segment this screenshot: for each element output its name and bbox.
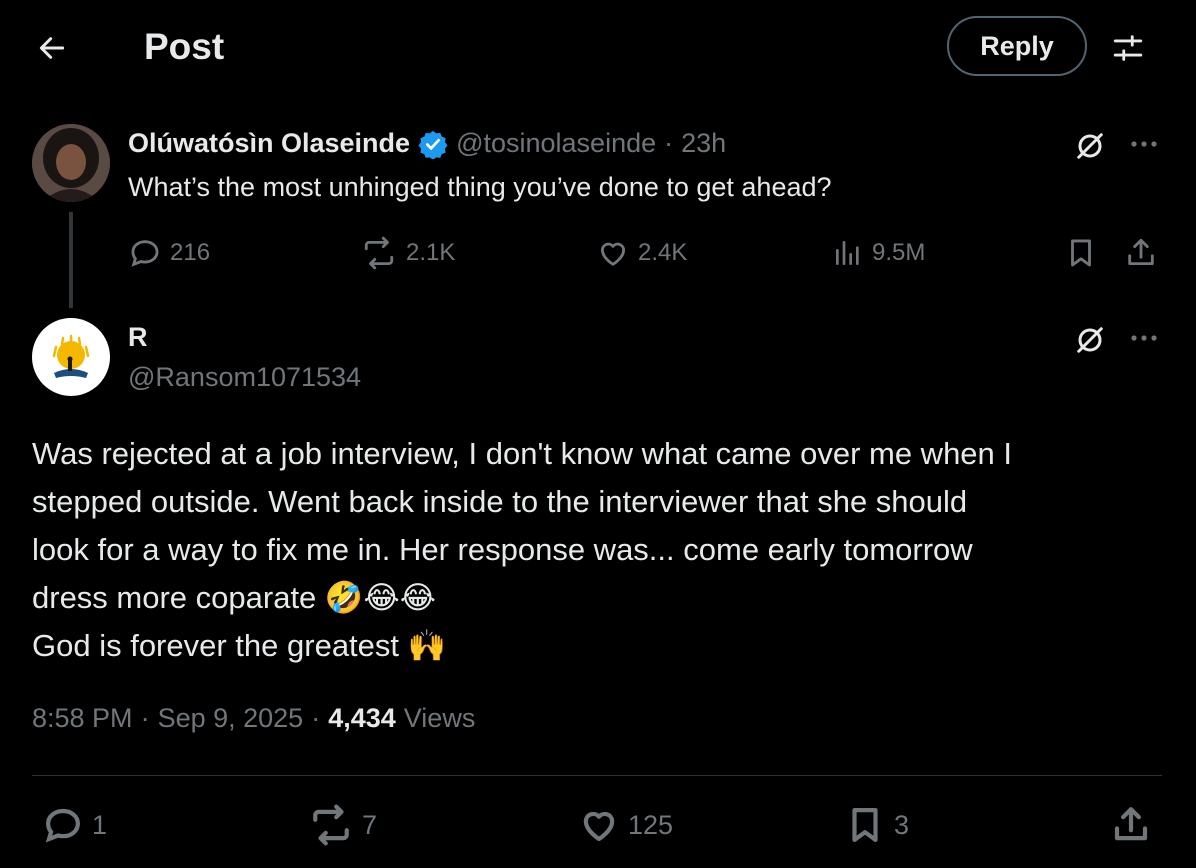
more-options-icon bbox=[1131, 141, 1157, 147]
repost-action[interactable]: 7 bbox=[308, 804, 377, 846]
meta-separator: · bbox=[311, 703, 321, 733]
parent-post-header: Olúwatósìn Olaseinde @tosinolaseinde · 2… bbox=[128, 128, 726, 159]
reply-icon bbox=[45, 808, 80, 843]
bookmark-icon bbox=[1071, 239, 1091, 267]
parent-more-button[interactable] bbox=[1124, 128, 1164, 160]
share-action[interactable] bbox=[1110, 804, 1152, 846]
views-label: Views bbox=[403, 703, 476, 733]
parent-like-count: 2.4K bbox=[638, 239, 688, 266]
parent-repost-action[interactable]: 2.1K bbox=[360, 236, 455, 270]
parent-reply-count: 216 bbox=[170, 239, 211, 266]
post-body: Was rejected at a job interview, I don't… bbox=[32, 430, 1162, 670]
view-count: 4,434 bbox=[328, 703, 396, 733]
author-handle[interactable]: @Ransom1071534 bbox=[128, 362, 361, 393]
sliders-icon bbox=[1113, 35, 1143, 61]
share-icon bbox=[1128, 238, 1154, 266]
parent-repost-count: 2.1K bbox=[406, 239, 456, 266]
parent-handle[interactable]: @tosinolaseinde bbox=[456, 128, 656, 159]
reply-button[interactable]: Reply bbox=[947, 16, 1087, 76]
page-title: Post bbox=[144, 26, 225, 67]
post-text-line: God is forever the greatest 🙌 bbox=[32, 628, 447, 663]
grok-icon bbox=[1077, 133, 1103, 159]
repost-count: 7 bbox=[362, 809, 378, 840]
back-button[interactable] bbox=[30, 26, 74, 70]
heart-icon bbox=[583, 811, 615, 842]
parent-view-count: 9.5M bbox=[872, 239, 926, 266]
grok-icon bbox=[1077, 327, 1103, 353]
parent-avatar[interactable] bbox=[32, 124, 110, 202]
parent-post-text: What’s the most unhinged thing you’ve do… bbox=[128, 172, 832, 202]
repost-icon bbox=[313, 804, 349, 846]
parent-reply-action[interactable]: 216 bbox=[128, 236, 210, 270]
parent-views-action[interactable]: 9.5M bbox=[832, 236, 925, 270]
heart-icon bbox=[600, 242, 626, 266]
bookmark-action[interactable]: 3 bbox=[844, 804, 909, 846]
parent-like-action[interactable]: 2.4K bbox=[596, 236, 687, 270]
like-count: 125 bbox=[628, 809, 674, 840]
bookmark-count: 3 bbox=[894, 809, 910, 840]
meta-separator: · bbox=[140, 703, 150, 733]
post-text-line: Was rejected at a job interview, I don't… bbox=[32, 436, 1013, 471]
more-options-icon bbox=[1131, 335, 1157, 341]
verified-badge-icon bbox=[418, 130, 448, 159]
views-icon bbox=[836, 241, 859, 265]
reply-count: 1 bbox=[92, 809, 108, 840]
reply-icon bbox=[131, 240, 159, 267]
divider bbox=[32, 775, 1162, 776]
parent-display-name[interactable]: Olúwatósìn Olaseinde bbox=[128, 128, 410, 159]
avatar-illustration bbox=[52, 334, 90, 378]
settings-button[interactable] bbox=[1106, 28, 1150, 68]
post-meta: 8:58 PM · Sep 9, 2025 · 4,434 Views bbox=[32, 703, 475, 734]
share-icon bbox=[1114, 807, 1148, 841]
post-time[interactable]: 8:58 PM bbox=[32, 703, 133, 734]
post-text-line: dress more coparate 🤣😂😂 bbox=[32, 580, 436, 615]
like-action[interactable]: 125 bbox=[578, 804, 673, 846]
main-more-button[interactable] bbox=[1124, 322, 1164, 354]
author-avatar[interactable] bbox=[32, 318, 110, 396]
arrow-left-icon bbox=[39, 37, 65, 59]
parent-timestamp[interactable]: 23h bbox=[681, 128, 726, 159]
parent-grok-button[interactable] bbox=[1070, 128, 1110, 164]
post-date[interactable]: Sep 9, 2025 bbox=[158, 703, 304, 734]
reply-action[interactable]: 1 bbox=[42, 804, 107, 846]
thread-line bbox=[69, 212, 73, 308]
repost-icon bbox=[364, 236, 394, 270]
parent-bookmark-button[interactable] bbox=[1064, 236, 1098, 270]
avatar-photo bbox=[32, 124, 110, 202]
post-text-line: stepped outside. Went back inside to the… bbox=[32, 484, 968, 519]
author-display-name[interactable]: R bbox=[128, 322, 148, 353]
parent-separator: · bbox=[664, 128, 674, 158]
reply-button-label: Reply bbox=[980, 30, 1054, 61]
main-grok-button[interactable] bbox=[1070, 322, 1110, 358]
post-text-line: look for a way to fix me in. Her respons… bbox=[32, 532, 973, 567]
parent-share-button[interactable] bbox=[1124, 236, 1158, 270]
bookmark-icon bbox=[852, 808, 878, 842]
